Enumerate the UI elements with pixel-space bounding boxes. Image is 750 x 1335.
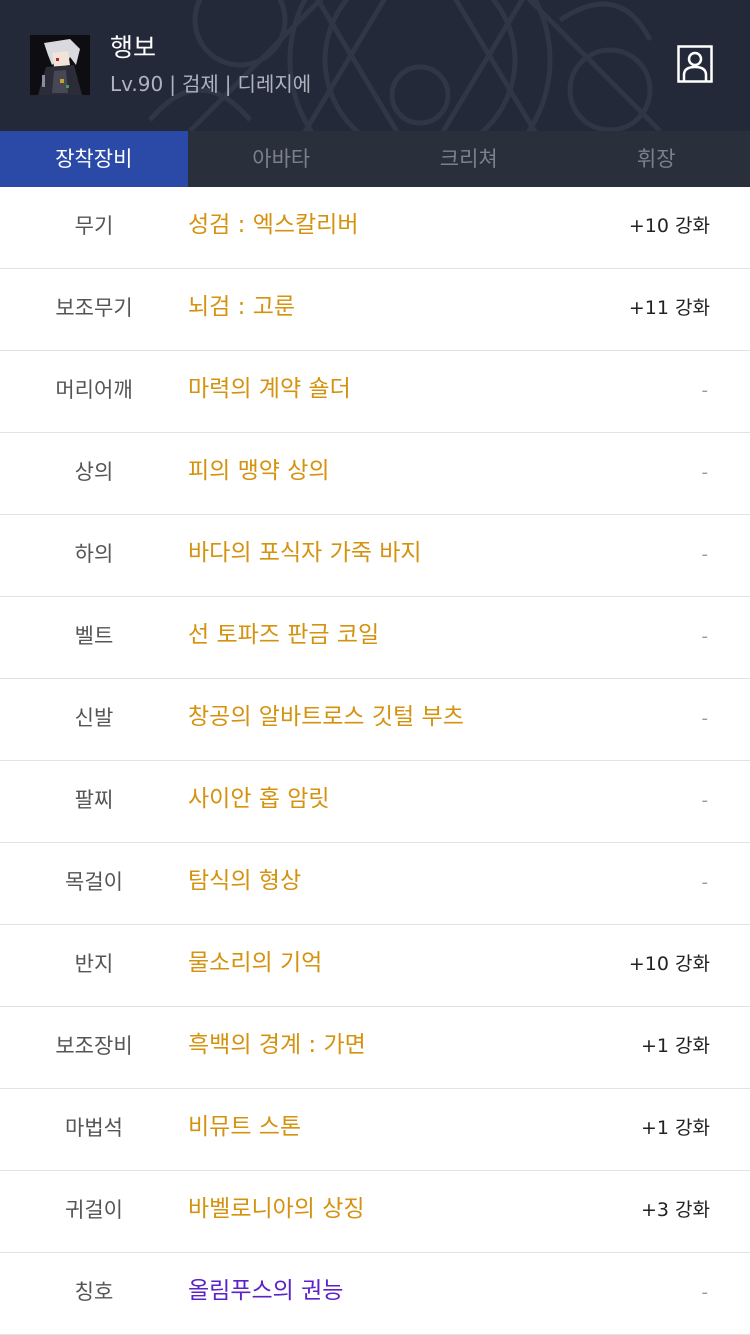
enhance-level: +3 강화 [641, 1171, 710, 1252]
slot-label: 귀걸이 [0, 1171, 188, 1252]
equipment-row-belt[interactable]: 벨트 선 토파즈 판금 코일 - [0, 597, 750, 679]
item-name: 선 토파즈 판금 코일 [188, 597, 379, 678]
slot-label: 신발 [0, 679, 188, 760]
person-card-icon [677, 45, 713, 83]
character-class: 검제 [182, 72, 219, 96]
enhance-level: +10 강화 [629, 187, 710, 268]
equipment-row-top[interactable]: 상의 피의 맹약 상의 - [0, 433, 750, 515]
tab-avatar[interactable]: 아바타 [188, 131, 376, 187]
character-server: 디레지에 [238, 72, 312, 96]
slot-label: 목걸이 [0, 843, 188, 924]
equipment-row-bracelet[interactable]: 팔찌 사이안 홉 암릿 - [0, 761, 750, 843]
equipment-row-support[interactable]: 보조장비 흑백의 경계 : 가면 +1 강화 [0, 1007, 750, 1089]
slot-label: 팔찌 [0, 761, 188, 842]
slot-label: 무기 [0, 187, 188, 268]
enhance-level: - [702, 1253, 709, 1334]
enhance-level: - [702, 679, 709, 760]
item-name: 성검 : 엑스칼리버 [188, 187, 359, 268]
header-background-pattern [0, 0, 750, 131]
tab-creature[interactable]: 크리쳐 [375, 131, 563, 187]
equipment-row-shoes[interactable]: 신발 창공의 알바트로스 깃털 부츠 - [0, 679, 750, 761]
slot-label: 머리어깨 [0, 351, 188, 432]
tab-emblem[interactable]: 휘장 [563, 131, 750, 187]
enhance-level: - [702, 843, 709, 924]
profile-card-button[interactable] [677, 45, 713, 83]
item-name: 탐식의 형상 [188, 843, 301, 924]
item-name: 흑백의 경계 : 가면 [188, 1007, 366, 1088]
enhance-level: - [702, 761, 709, 842]
item-name: 마력의 계약 숄더 [188, 351, 351, 432]
equipment-row-ring[interactable]: 반지 물소리의 기억 +10 강화 [0, 925, 750, 1007]
equipment-row-shoulder[interactable]: 머리어깨 마력의 계약 숄더 - [0, 351, 750, 433]
character-header: 행보 Lv.90|검제|디레지에 [0, 0, 750, 131]
slot-label: 보조무기 [0, 269, 188, 350]
item-name: 사이안 홉 암릿 [188, 761, 330, 842]
enhance-level: - [702, 515, 709, 596]
item-name: 바벨로니아의 상징 [188, 1171, 365, 1252]
slot-label: 마법석 [0, 1089, 188, 1170]
enhance-level: +10 강화 [629, 925, 710, 1006]
slot-label: 벨트 [0, 597, 188, 678]
slot-label: 칭호 [0, 1253, 188, 1334]
item-name: 창공의 알바트로스 깃털 부츠 [188, 679, 464, 760]
item-name: 물소리의 기억 [188, 925, 322, 1006]
info-separator: | [169, 72, 176, 96]
character-info: Lv.90|검제|디레지에 [110, 70, 311, 98]
item-name: 뇌검 : 고룬 [188, 269, 295, 350]
equipment-row-bottom[interactable]: 하의 바다의 포식자 가죽 바지 - [0, 515, 750, 597]
slot-label: 반지 [0, 925, 188, 1006]
equipment-list: 무기 성검 : 엑스칼리버 +10 강화 보조무기 뇌검 : 고룬 +11 강화… [0, 187, 750, 1335]
info-separator: | [225, 72, 232, 96]
slot-label: 상의 [0, 433, 188, 514]
item-name: 올림푸스의 권능 [188, 1253, 343, 1334]
enhance-level: - [702, 351, 709, 432]
enhance-level: +11 강화 [629, 269, 710, 350]
slot-label: 보조장비 [0, 1007, 188, 1088]
equipment-row-weapon[interactable]: 무기 성검 : 엑스칼리버 +10 강화 [0, 187, 750, 269]
character-avatar[interactable] [30, 35, 90, 95]
item-name: 바다의 포식자 가죽 바지 [188, 515, 422, 596]
equipment-tabs: 장착장비 아바타 크리쳐 휘장 [0, 131, 750, 187]
enhance-level: +1 강화 [641, 1089, 710, 1170]
enhance-level: +1 강화 [641, 1007, 710, 1088]
tab-equipped-gear[interactable]: 장착장비 [0, 131, 188, 187]
item-name: 비뮤트 스톤 [188, 1089, 301, 1170]
equipment-row-subweapon[interactable]: 보조무기 뇌검 : 고룬 +11 강화 [0, 269, 750, 351]
equipment-row-necklace[interactable]: 목걸이 탐식의 형상 - [0, 843, 750, 925]
equipment-row-title[interactable]: 칭호 올림푸스의 권능 - [0, 1253, 750, 1335]
equipment-row-magic-stone[interactable]: 마법석 비뮤트 스톤 +1 강화 [0, 1089, 750, 1171]
equipment-row-earring[interactable]: 귀걸이 바벨로니아의 상징 +3 강화 [0, 1171, 750, 1253]
enhance-level: - [702, 597, 709, 678]
character-name: 행보 [110, 32, 156, 64]
character-level: Lv.90 [110, 72, 163, 96]
enhance-level: - [702, 433, 709, 514]
item-name: 피의 맹약 상의 [188, 433, 330, 514]
slot-label: 하의 [0, 515, 188, 596]
